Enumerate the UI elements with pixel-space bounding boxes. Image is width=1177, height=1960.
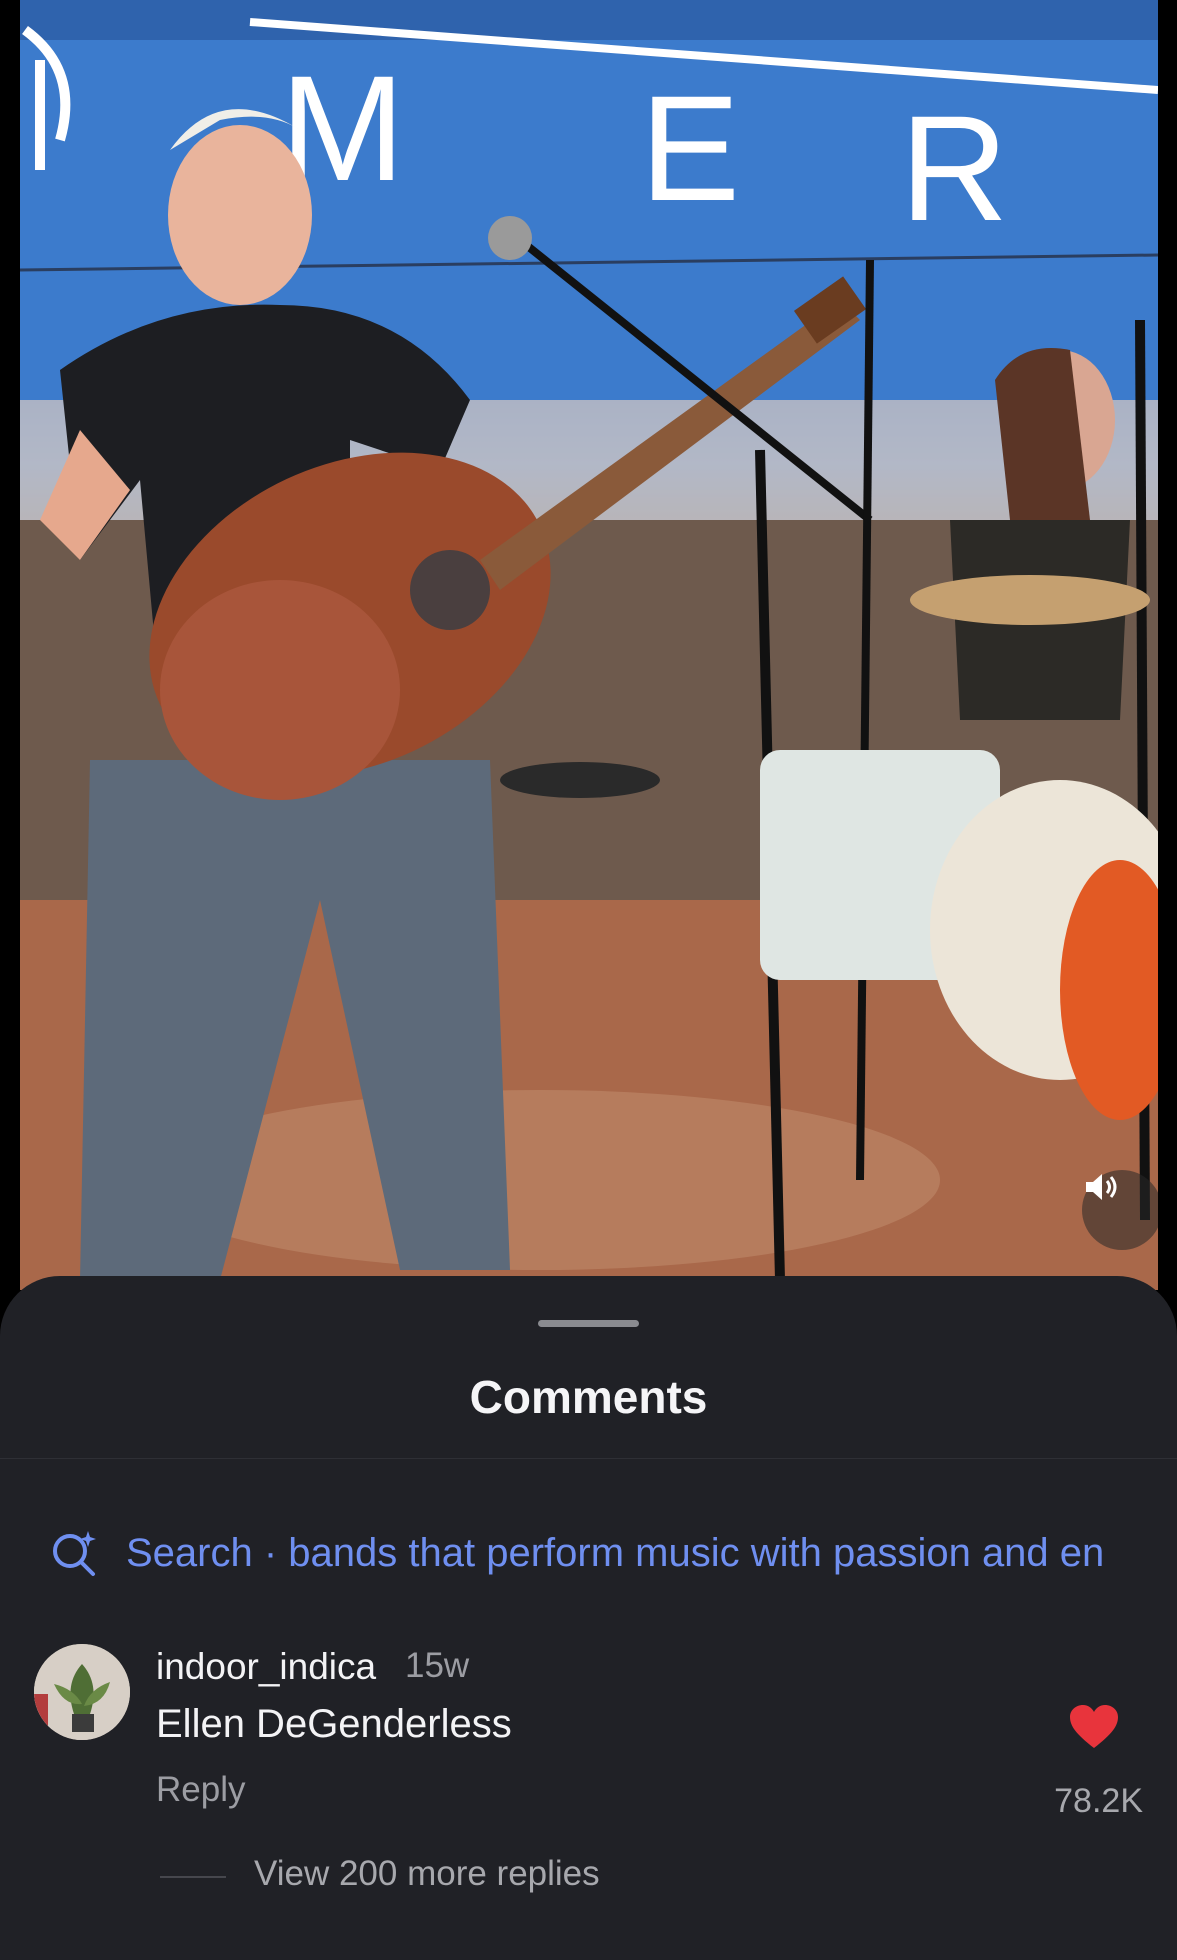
comments-sheet: Comments Search · bands that perform mus… — [0, 1276, 1177, 1960]
backdrop-letter-e: E — [640, 64, 740, 232]
sparkle-search-icon — [53, 1531, 96, 1576]
comment-text: Ellen DeGenderless — [156, 1702, 512, 1746]
search-suggestion-text: Search · bands that perform music with p… — [126, 1530, 1105, 1575]
like-count: 78.2K — [1054, 1782, 1143, 1820]
reply-button[interactable]: Reply — [156, 1770, 245, 1810]
video-frame: M E R — [20, 0, 1158, 1290]
comment-search-suggestion[interactable]: Search · bands that perform music with p… — [50, 1526, 1104, 1580]
heart-filled-icon — [1070, 1705, 1118, 1748]
avatar-plant-image — [34, 1644, 130, 1740]
backdrop-letter-r: R — [900, 84, 1008, 252]
comment-username[interactable]: indoor_indica — [156, 1646, 376, 1688]
right-edge-bar — [1158, 0, 1177, 1290]
sheet-divider — [0, 1458, 1177, 1459]
speaker-icon — [1086, 1174, 1117, 1200]
replies-line — [160, 1876, 226, 1878]
view-more-replies-button[interactable]: View 200 more replies — [254, 1854, 600, 1894]
sheet-title: Comments — [469, 1371, 708, 1423]
comment-timestamp: 15w — [405, 1646, 470, 1685]
sheet-grabber-handle[interactable] — [538, 1320, 639, 1327]
video-player[interactable]: M E R — [20, 0, 1158, 1290]
like-button[interactable] — [1068, 1704, 1120, 1755]
avatar[interactable] — [34, 1644, 130, 1740]
sound-toggle-button[interactable] — [1082, 1170, 1158, 1250]
